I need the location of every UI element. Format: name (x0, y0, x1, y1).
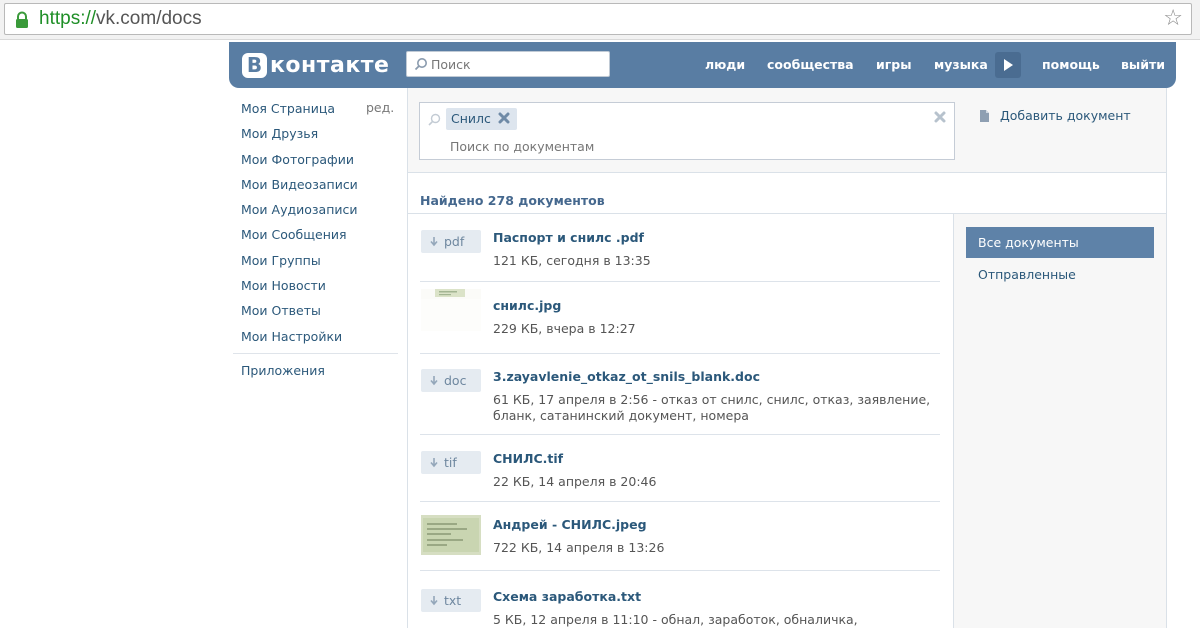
music-play-button[interactable] (995, 52, 1021, 78)
document-title[interactable]: Схема заработка.txt (493, 589, 641, 604)
remove-token-icon[interactable] (497, 111, 511, 125)
search-icon (414, 58, 427, 71)
document-title[interactable]: 3.zayavlenie_otkaz_ot_snils_blank.doc (493, 369, 760, 384)
search-token: Снилс (446, 108, 517, 130)
clear-search-icon[interactable] (933, 110, 947, 124)
url-field[interactable]: https://vk.com/docs ☆ (4, 3, 1192, 35)
snils-card-photo-icon (421, 515, 481, 555)
lock-icon (16, 11, 28, 28)
row-divider (420, 353, 940, 354)
results-count: Найдено 278 документов (420, 193, 605, 208)
menu-friends[interactable]: Мои Друзья (241, 125, 401, 150)
filter-sent[interactable]: Отправленные (978, 266, 1076, 284)
download-arrow-icon (430, 237, 438, 247)
search-band: Снилс Добавить документ (408, 88, 1166, 172)
play-icon (1004, 59, 1013, 71)
menu-apps[interactable]: Приложения (241, 363, 325, 378)
nav-communities[interactable]: сообщества (767, 57, 854, 72)
file-extension: pdf (444, 234, 465, 249)
vk-logo[interactable]: В контакте (242, 51, 389, 79)
image-thumbnail (421, 289, 481, 331)
file-type-badge: doc (421, 369, 481, 392)
document-meta: 121 КБ, сегодня в 13:35 (493, 253, 651, 268)
nav-help[interactable]: помощь (1042, 57, 1100, 72)
image-thumbnail (421, 515, 481, 555)
docs-search-input[interactable] (450, 137, 930, 155)
nav-music[interactable]: музыка (934, 57, 988, 72)
left-menu: Моя Страница Мои Друзья Мои Фотографии М… (241, 100, 401, 353)
menu-photos[interactable]: Мои Фотографии (241, 151, 401, 176)
file-extension: tif (444, 455, 457, 470)
menu-news[interactable]: Мои Новости (241, 277, 401, 302)
file-type-badge: pdf (421, 230, 481, 253)
document-title[interactable]: Андрей - СНИЛС.jpeg (493, 517, 647, 532)
row-divider (420, 501, 940, 502)
nav-people[interactable]: люди (705, 57, 745, 72)
nav-logout[interactable]: выйти (1121, 57, 1165, 72)
document-title[interactable]: СНИЛС.tif (493, 451, 563, 466)
file-type-badge: txt (421, 589, 481, 612)
add-document-button[interactable]: Добавить документ (979, 108, 1131, 123)
row-divider (420, 570, 940, 571)
download-arrow-icon (430, 596, 438, 606)
logo-letter: В (242, 52, 267, 78)
download-arrow-icon (430, 376, 438, 386)
docs-panel: Снилс Добавить документ Найдено 278 доку… (407, 88, 1167, 628)
menu-answers[interactable]: Мои Ответы (241, 302, 401, 327)
document-meta: 722 КБ, 14 апреля в 13:26 (493, 540, 665, 555)
menu-messages[interactable]: Мои Сообщения (241, 226, 401, 251)
header-search-input[interactable] (431, 55, 601, 73)
bookmark-star-icon[interactable]: ☆ (1163, 7, 1183, 31)
menu-audio[interactable]: Мои Аудиозаписи (241, 201, 401, 226)
document-meta: 61 КБ, 17 апреля в 2:56 - отказ от снилс… (493, 392, 931, 423)
snils-card-preview-icon (421, 289, 481, 331)
row-divider (420, 434, 940, 435)
results-summary: Найдено 278 документов (408, 172, 1166, 214)
add-document-label: Добавить документ (1000, 108, 1131, 123)
header-search[interactable] (406, 51, 610, 77)
url-path: vk.com/docs (96, 8, 202, 29)
document-meta: 5 КБ, 12 апреля в 11:10 - обнал, заработ… (493, 612, 858, 627)
menu-divider (233, 353, 398, 354)
filter-sidebar: Все документы Отправленные (953, 214, 1166, 628)
document-meta: 22 КБ, 14 апреля в 20:46 (493, 474, 657, 489)
url-protocol: https:// (39, 8, 97, 29)
download-arrow-icon (430, 458, 438, 468)
logo-text: контакте (270, 52, 390, 78)
file-type-badge: tif (421, 451, 481, 474)
menu-groups[interactable]: Мои Группы (241, 252, 401, 277)
search-token-label: Снилс (451, 111, 491, 126)
filter-all-documents[interactable]: Все документы (966, 227, 1154, 258)
file-extension: doc (444, 373, 467, 388)
edit-link[interactable]: ред. (366, 100, 394, 115)
url-text: https://vk.com/docs (39, 8, 202, 30)
file-extension: txt (444, 593, 462, 608)
nav-games[interactable]: игры (876, 57, 912, 72)
site-header: В контакте люди сообщества игры музыка п… (229, 42, 1176, 88)
browser-address-bar: https://vk.com/docs ☆ (0, 0, 1200, 40)
document-icon (980, 110, 989, 122)
menu-videos[interactable]: Мои Видеозаписи (241, 176, 401, 201)
document-meta: 229 КБ, вчера в 12:27 (493, 321, 636, 336)
docs-search-box[interactable]: Снилс (419, 102, 955, 160)
menu-settings[interactable]: Мои Настройки (241, 328, 401, 353)
row-divider (420, 281, 940, 282)
document-title[interactable]: Паспорт и снилс .pdf (493, 230, 644, 245)
document-title[interactable]: снилс.jpg (493, 298, 561, 313)
search-icon (428, 113, 441, 126)
